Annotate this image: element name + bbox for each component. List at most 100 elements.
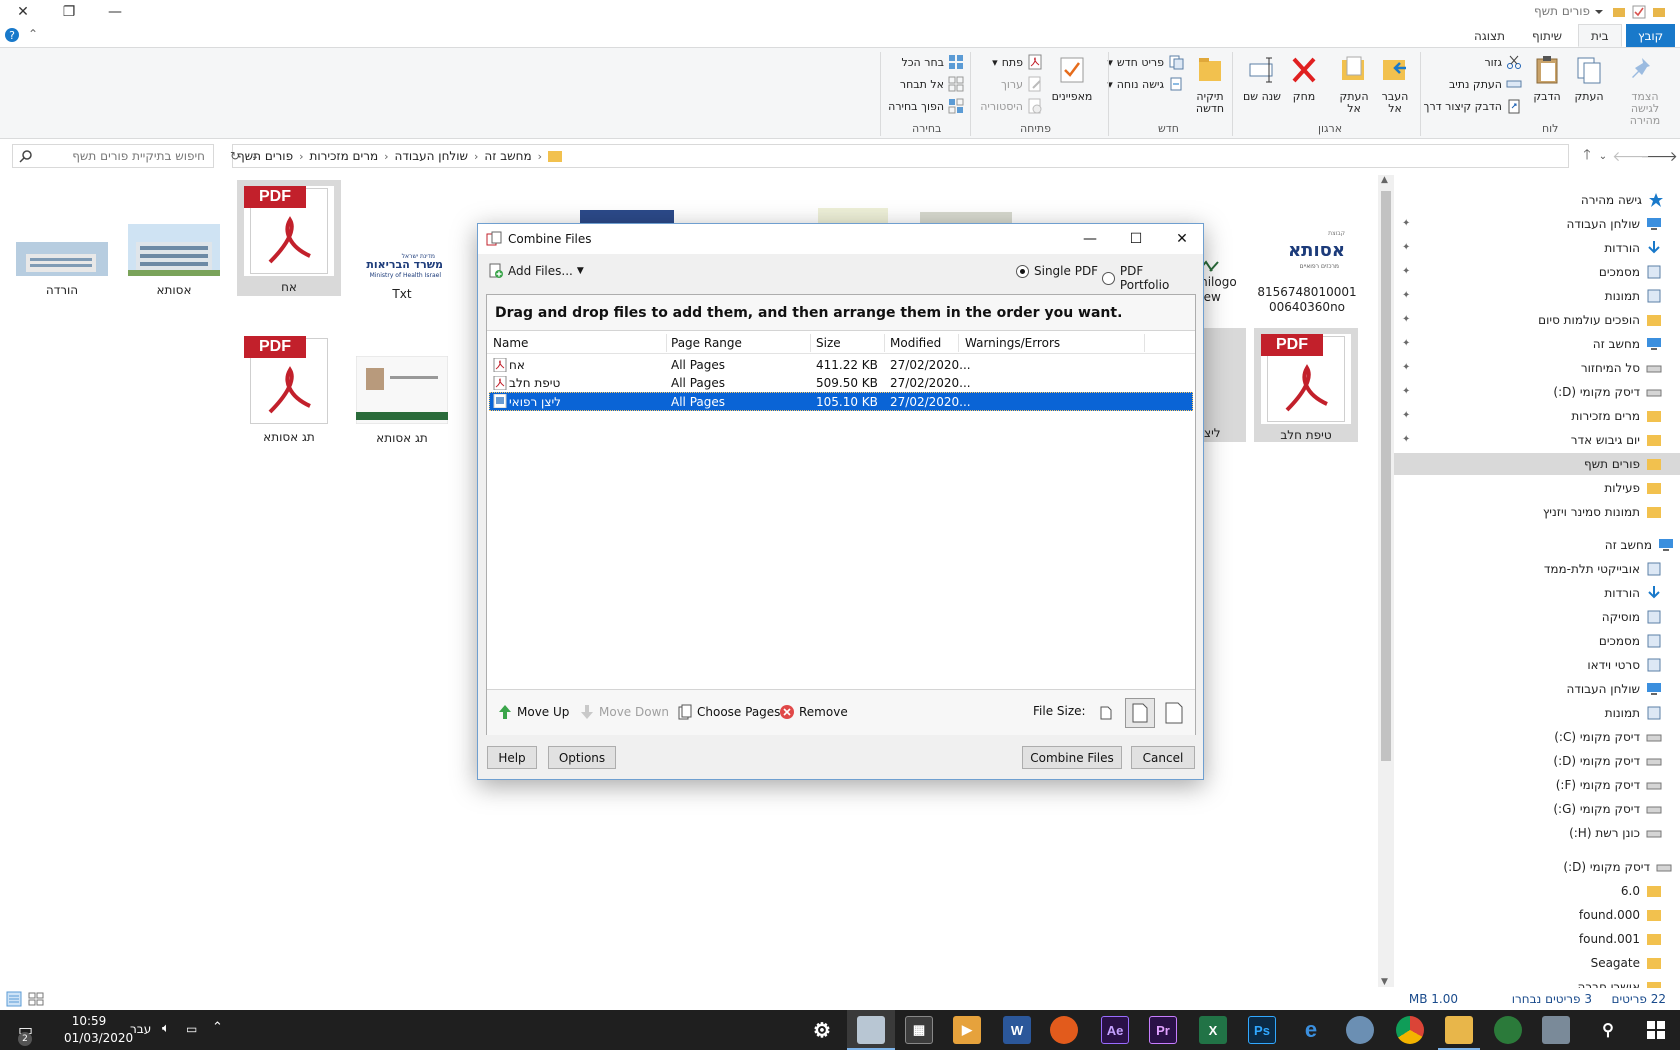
dialog-titlebar[interactable]: Combine Files — ☐ ✕ bbox=[478, 224, 1203, 254]
nav-item[interactable]: הופכים עולמות סיום bbox=[1538, 309, 1662, 331]
breadcrumb-this-pc[interactable]: מחשב זה bbox=[480, 149, 535, 163]
help-icon[interactable]: ? bbox=[4, 27, 20, 43]
file-explorer-icon[interactable] bbox=[1445, 1016, 1473, 1044]
breadcrumb-separator[interactable]: ‹ bbox=[536, 150, 544, 163]
nav-item[interactable]: דיסק מקומי (D:) bbox=[1563, 856, 1672, 878]
restore-button[interactable]: ❐ bbox=[46, 0, 92, 24]
nav-item[interactable]: Seagate bbox=[1591, 952, 1662, 974]
nav-item[interactable]: תמונות סמינר ויזניץ bbox=[1543, 501, 1662, 523]
pdf-portfolio-radio[interactable]: PDF Portfolio bbox=[1102, 264, 1196, 292]
chrome-icon[interactable] bbox=[1396, 1016, 1424, 1044]
volume-icon[interactable]: 🔈︎ bbox=[162, 1021, 170, 1036]
pin-quick-access-button[interactable]: הצמד לגישה מהירה bbox=[1620, 54, 1670, 127]
pin-icon[interactable]: ✦ bbox=[1402, 218, 1412, 229]
pin-icon[interactable]: ✦ bbox=[1402, 242, 1412, 253]
forward-arrow-icon[interactable]: 🡐 bbox=[1612, 143, 1650, 169]
search-box[interactable]: חיפוש בתיקיית פורים תשף bbox=[12, 144, 214, 168]
close-button[interactable]: ✕ bbox=[0, 0, 46, 24]
move-down-button[interactable]: Move Down bbox=[579, 704, 669, 720]
after-effects-icon[interactable]: Ae bbox=[1101, 1016, 1129, 1044]
nav-item[interactable]: סל המיחזור bbox=[1581, 357, 1662, 379]
breadcrumb-desktop[interactable]: שולחן העבודה bbox=[391, 149, 472, 163]
nav-item[interactable]: הורדות bbox=[1604, 237, 1662, 259]
nav-item[interactable]: 6.0 bbox=[1621, 880, 1662, 902]
edge-icon[interactable]: e bbox=[1297, 1016, 1325, 1044]
dialog-minimize-button[interactable]: — bbox=[1067, 224, 1113, 254]
nav-item[interactable]: found.000 bbox=[1579, 904, 1662, 926]
invert-selection-button[interactable]: הפוך בחירה bbox=[888, 96, 964, 116]
properties-button[interactable]: מאפיינים bbox=[1048, 54, 1096, 103]
file-item[interactable]: קבוצת אסותא מרכזים רפואיים 8156748010001… bbox=[1254, 220, 1360, 314]
address-bar[interactable]: ‹ מחשב זה ‹ שולחן העבודה ‹ מרים מזכירות … bbox=[232, 144, 1569, 168]
file-item[interactable]: PDF אח bbox=[237, 180, 341, 296]
nav-item[interactable]: דיסק מקומי (D:) bbox=[1553, 381, 1662, 403]
file-size-default-button[interactable] bbox=[1125, 698, 1155, 728]
column-header-warnings[interactable]: Warnings/Errors bbox=[965, 336, 1060, 350]
file-row[interactable]: טיפת חלב All Pages 509.50 KB 27/02/2020.… bbox=[489, 374, 1193, 393]
nav-item[interactable]: דיסק מקומי (G:) bbox=[1553, 798, 1662, 820]
calculator-icon[interactable]: ▦ bbox=[905, 1016, 933, 1044]
column-header-page-range[interactable]: Page Range bbox=[671, 336, 742, 350]
refresh-icon[interactable]: ↻ bbox=[224, 143, 246, 169]
clock[interactable]: 10:59 01/03/2020 bbox=[64, 1013, 133, 1047]
tab-file[interactable]: קובץ bbox=[1626, 24, 1676, 47]
recent-dropdown-icon[interactable]: ⌄ bbox=[1596, 143, 1610, 169]
properties-icon[interactable] bbox=[1632, 5, 1646, 19]
nav-item[interactable]: דיסק מקומי (F:) bbox=[1556, 774, 1662, 796]
pin-icon[interactable]: ✦ bbox=[1402, 338, 1412, 349]
nav-item[interactable]: תמונות bbox=[1605, 702, 1662, 724]
nav-item[interactable]: יום גיבוש אדר bbox=[1571, 429, 1662, 451]
breadcrumb-miriam[interactable]: מרים מזכירות bbox=[305, 149, 382, 163]
dropdown-icon[interactable] bbox=[1592, 5, 1606, 19]
paste-shortcut-button[interactable]: הדבק קיצור דרך bbox=[1424, 96, 1522, 116]
tab-share[interactable]: שיתוף bbox=[1520, 24, 1574, 47]
nav-item[interactable]: פורים תשף bbox=[1394, 453, 1680, 475]
app-icon[interactable] bbox=[1542, 1016, 1570, 1044]
nav-item[interactable]: דיסק מקומי (C:) bbox=[1554, 726, 1662, 748]
nav-item[interactable]: מוסיקה bbox=[1602, 606, 1662, 628]
app-icon[interactable] bbox=[1346, 1016, 1374, 1044]
photoshop-icon[interactable]: Ps bbox=[1248, 1016, 1276, 1044]
network-icon[interactable]: ▭ bbox=[186, 1022, 197, 1036]
select-none-button[interactable]: אל תבחר bbox=[900, 74, 964, 94]
folder-icon[interactable] bbox=[1612, 5, 1626, 19]
nav-item[interactable]: שולחן העבודה bbox=[1567, 213, 1662, 235]
add-files-button[interactable]: Add Files... ▼ bbox=[488, 263, 584, 279]
pin-icon[interactable]: ✦ bbox=[1402, 314, 1412, 325]
easy-access-button[interactable]: גישה נוחה ▾ bbox=[1107, 74, 1184, 94]
file-item[interactable]: אסותא bbox=[122, 218, 226, 297]
start-icon[interactable] bbox=[1642, 1016, 1670, 1044]
file-item[interactable]: PDF טיפת חלב bbox=[1254, 328, 1358, 442]
scroll-up-icon[interactable]: ▲ bbox=[1381, 175, 1388, 185]
paste-button[interactable]: הדבק bbox=[1526, 54, 1568, 103]
search-input[interactable]: חיפוש בתיקיית פורים תשף bbox=[33, 149, 205, 163]
file-size-small-button[interactable] bbox=[1091, 698, 1121, 728]
new-folder-button[interactable]: תיקיה חדשה bbox=[1188, 54, 1232, 115]
dialog-maximize-button[interactable]: ☐ bbox=[1113, 224, 1159, 254]
breadcrumb-separator[interactable]: ‹ bbox=[472, 150, 480, 163]
details-view-icon[interactable] bbox=[6, 991, 22, 1007]
settings-icon[interactable]: ⚙︎ bbox=[808, 1016, 836, 1044]
nav-item[interactable]: מרים מזכירות bbox=[1571, 405, 1662, 427]
pin-icon[interactable]: ✦ bbox=[1402, 362, 1412, 373]
nav-item[interactable]: מחשב זה bbox=[1593, 333, 1662, 355]
options-button[interactable]: Options bbox=[548, 746, 616, 769]
breadcrumb-separator[interactable]: ‹ bbox=[297, 150, 305, 163]
app-icon[interactable] bbox=[1050, 1016, 1078, 1044]
file-size-large-button[interactable] bbox=[1159, 698, 1189, 728]
search-icon[interactable]: ⚲ bbox=[1594, 1016, 1622, 1044]
nav-item[interactable]: סרטי וידאו bbox=[1587, 654, 1662, 676]
collapse-ribbon-icon[interactable]: ⌃ bbox=[28, 27, 38, 41]
premiere-icon[interactable]: Pr bbox=[1149, 1016, 1177, 1044]
nav-item[interactable]: אובייקטי תלת-ממד bbox=[1544, 558, 1662, 580]
rename-button[interactable]: שנה שם bbox=[1241, 54, 1283, 103]
help-button[interactable]: Help bbox=[487, 746, 537, 769]
file-row[interactable]: אח All Pages 411.22 KB 27/02/2020... bbox=[489, 356, 1193, 375]
pin-icon[interactable]: ✦ bbox=[1402, 410, 1412, 421]
nav-item[interactable]: פעילות bbox=[1604, 477, 1662, 499]
tray-chevron-icon[interactable]: ⌃ bbox=[212, 1020, 223, 1035]
media-player-icon[interactable]: ▶ bbox=[953, 1016, 981, 1044]
remove-button[interactable]: Remove bbox=[779, 704, 848, 720]
cancel-button[interactable]: Cancel bbox=[1131, 746, 1195, 769]
pin-icon[interactable]: ✦ bbox=[1402, 290, 1412, 301]
